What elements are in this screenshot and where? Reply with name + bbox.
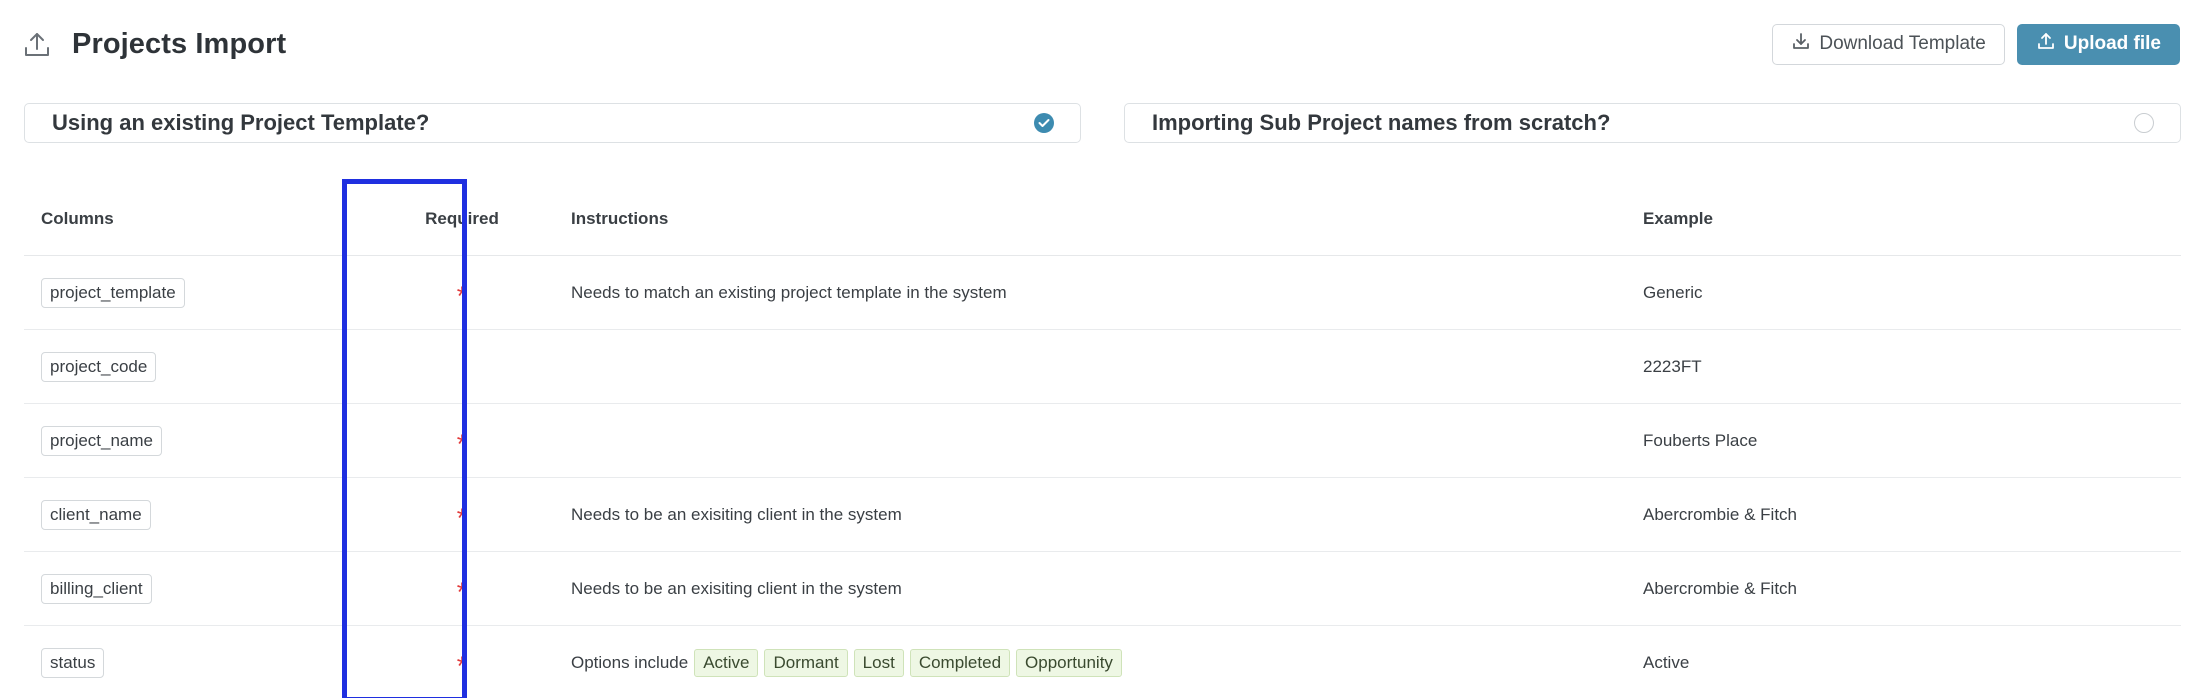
table-row: billing_client * Needs to be an exisitin…: [24, 552, 2181, 626]
example-cell: Abercrombie & Fitch: [1643, 579, 2181, 599]
example-text: Active: [1643, 652, 1690, 672]
from-scratch-label: Importing Sub Project names from scratch…: [1152, 110, 1611, 135]
from-scratch-option[interactable]: Importing Sub Project names from scratch…: [1124, 103, 2181, 143]
column-tag: status: [41, 647, 105, 678]
upload-file-label: Upload file: [2063, 33, 2161, 54]
required-cell: *: [367, 650, 557, 681]
header-instructions-cell: Instructions: [557, 209, 1643, 229]
existing-template-option[interactable]: Using an existing Project Template?: [24, 103, 1081, 143]
example-cell: Active: [1643, 653, 2181, 673]
required-asterisk: *: [456, 428, 468, 459]
required-cell: *: [367, 576, 557, 607]
example-text: 2223FT: [1643, 356, 1702, 376]
required-asterisk: *: [456, 576, 468, 607]
table-header: Columns Required Instructions Example: [24, 182, 2181, 256]
status-option-chip: Active: [694, 648, 759, 677]
existing-template-radio-checked[interactable]: [1034, 113, 1054, 133]
upload-file-button[interactable]: Upload file: [2016, 23, 2180, 65]
table-row: client_name * Needs to be an exisiting c…: [24, 478, 2181, 552]
required-cell: *: [367, 280, 557, 311]
column-cell: status: [24, 647, 367, 678]
column-cell: project_code: [24, 351, 367, 382]
page-title: Projects Import: [72, 27, 287, 60]
instructions-cell: Needs to be an exisiting client in the s…: [557, 579, 1643, 599]
download-template-button[interactable]: Download Template: [1772, 23, 2005, 65]
download-template-label: Download Template: [1819, 33, 1986, 54]
column-tag: client_name: [41, 499, 151, 530]
download-icon: [1791, 31, 1811, 57]
instructions-text: Needs to match an existing project templ…: [571, 282, 1007, 302]
instructions-text: Needs to be an exisiting client in the s…: [571, 504, 902, 524]
example-cell: Generic: [1643, 283, 2181, 303]
column-cell: client_name: [24, 499, 367, 530]
status-option-chip: Completed: [909, 648, 1011, 677]
required-asterisk: *: [456, 280, 468, 311]
example-text: Abercrombie & Fitch: [1643, 504, 1797, 524]
header-actions: Download Template Upload file: [1772, 23, 2180, 65]
column-cell: billing_client: [24, 573, 367, 604]
header-example-cell: Example: [1643, 209, 2181, 229]
table-row: project_name * Fouberts Place: [24, 404, 2181, 478]
instructions-cell: Options include Active Dormant Lost Comp…: [557, 648, 1643, 677]
check-icon: [1038, 119, 1050, 127]
required-cell: *: [367, 428, 557, 459]
status-option-chip: Dormant: [764, 648, 848, 677]
upload-icon: [22, 29, 52, 59]
required-asterisk: *: [456, 502, 468, 533]
instructions-text: Needs to be an exisiting client in the s…: [571, 578, 902, 598]
column-cell: project_name: [24, 425, 367, 456]
from-scratch-radio[interactable]: [2134, 113, 2154, 133]
column-tag: billing_client: [41, 573, 152, 604]
column-tag: project_template: [41, 277, 185, 308]
columns-table: Columns Required Instructions Example pr…: [24, 182, 2181, 698]
instructions-cell: Needs to be an exisiting client in the s…: [557, 505, 1643, 525]
required-asterisk: *: [456, 650, 468, 681]
header-columns: Columns: [41, 208, 114, 228]
table-row: project_template * Needs to match an exi…: [24, 256, 2181, 330]
example-text: Fouberts Place: [1643, 430, 1758, 450]
projects-import-page: Projects Import Download Template Upload…: [0, 0, 2202, 698]
header-required-cell: Required: [367, 209, 557, 229]
example-cell: 2223FT: [1643, 357, 2181, 377]
example-text: Generic: [1643, 282, 1703, 302]
column-tag: project_code: [41, 351, 157, 382]
column-tag: project_name: [41, 425, 163, 456]
example-cell: Abercrombie & Fitch: [1643, 505, 2181, 525]
header-required: Required: [425, 208, 499, 228]
status-option-chip: Opportunity: [1016, 648, 1122, 677]
header-instructions: Instructions: [571, 208, 669, 228]
instructions-text: Options include: [571, 652, 689, 672]
example-cell: Fouberts Place: [1643, 431, 2181, 451]
required-cell: *: [367, 502, 557, 533]
header: Projects Import Download Template Upload…: [22, 18, 2180, 70]
instructions-cell: Needs to match an existing project templ…: [557, 283, 1643, 303]
status-option-chip: Lost: [853, 648, 904, 677]
table-row: status * Options include Active Dormant …: [24, 626, 2181, 698]
example-text: Abercrombie & Fitch: [1643, 578, 1797, 598]
column-cell: project_template: [24, 277, 367, 308]
existing-template-label: Using an existing Project Template?: [52, 110, 430, 135]
header-example: Example: [1643, 208, 1713, 228]
table-row: project_code 2223FT: [24, 330, 2181, 404]
header-columns-cell: Columns: [24, 209, 367, 229]
upload-icon: [2036, 31, 2056, 57]
